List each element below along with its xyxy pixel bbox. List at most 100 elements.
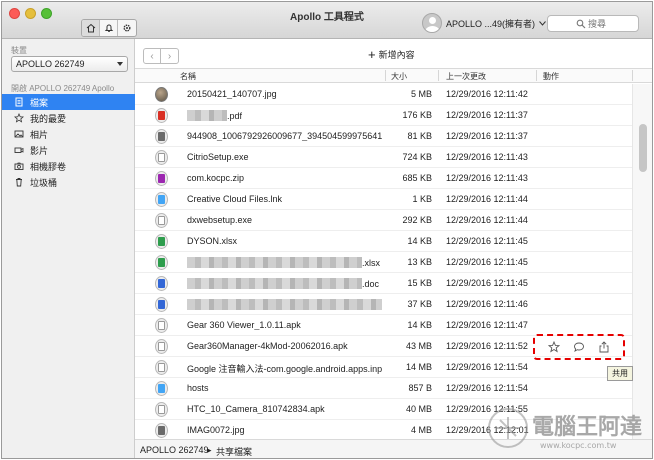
file-size: 81 KB (407, 131, 432, 141)
sidebar-item-trash[interactable]: 垃圾桶 (2, 174, 135, 190)
file-name: hosts (187, 383, 382, 393)
close-window-button[interactable] (9, 8, 20, 19)
new-content-button[interactable]: + 新增內容 (368, 48, 415, 61)
photo-thumb-file-icon (155, 87, 168, 102)
file-name: 20150421_140707.jpg (187, 89, 382, 99)
file-row[interactable]: Google 注音輸入法-com.google.android.apps.inp… (135, 357, 632, 378)
zip-file-icon (155, 171, 168, 186)
search-input[interactable] (588, 18, 628, 29)
file-name: Creative Cloud Files.lnk (187, 194, 382, 204)
file-row[interactable]: dxwebsetup.exe 292 KB 12/29/2016 12:11:44 (135, 210, 632, 231)
scrollbar-thumb[interactable] (639, 124, 647, 172)
file-name (187, 299, 382, 310)
share-tooltip: 共用 (607, 366, 633, 381)
file-name-text: .pdf (227, 111, 243, 121)
file-modified: 12/29/2016 12:11:44 (446, 194, 528, 204)
file-modified: 12/29/2016 12:11:45 (446, 257, 528, 267)
file-modified: 12/29/2016 12:11:45 (446, 236, 528, 246)
dropdown-caret-icon (117, 62, 123, 66)
gear-icon[interactable] (118, 20, 136, 36)
file-modified: 12/29/2016 12:11:54 (446, 362, 528, 372)
sidebar-item-camera-roll[interactable]: 相機膠卷 (2, 158, 135, 174)
search-box[interactable] (547, 15, 639, 32)
file-name-text: CitrioSetup.exe (187, 152, 249, 162)
sidebar: 裝置 APOLLO 262749 開啟 APOLLO 262749 Apollo… (2, 39, 135, 458)
redacted-text (187, 110, 227, 121)
camera-icon (14, 162, 24, 170)
zoom-window-button[interactable] (41, 8, 52, 19)
minimize-window-button[interactable] (25, 8, 36, 19)
file-name: com.kocpc.zip (187, 173, 382, 183)
file-size: 14 MB (405, 362, 432, 372)
sidebar-item-videos[interactable]: 影片 (2, 142, 135, 158)
file-row[interactable]: 20150421_140707.jpg 5 MB 12/29/2016 12:11:… (135, 84, 632, 105)
user-label: APOLLO ...49(擁有者) (446, 18, 536, 29)
generic-file-icon (155, 339, 168, 354)
file-name: DYSON.xlsx (187, 236, 382, 246)
file-modified: 12/29/2016 12:11:43 (446, 152, 528, 162)
column-modified[interactable]: 上一次更改 (446, 71, 486, 82)
file-name-text: com.kocpc.zip (187, 173, 245, 183)
file-row[interactable]: Gear 360 Viewer_1.0.11.apk 14 KB 12/29/201… (135, 315, 632, 336)
image-file-icon (155, 129, 168, 144)
file-name: .pdf (187, 110, 382, 121)
file-name: Gear360Manager-4kMod-20062016.apk (187, 341, 382, 351)
file-name: Google 注音輸入法-com.google.android.apps.inp… (187, 362, 382, 375)
file-row[interactable]: Creative Cloud Files.lnk 1 KB 12/29/2016 1… (135, 189, 632, 210)
file-size: 14 KB (407, 320, 432, 330)
doc-file-icon (155, 276, 168, 291)
file-row[interactable]: 37 KB 12/29/2016 12:11:46 (135, 294, 632, 315)
share-icon[interactable] (598, 341, 610, 353)
user-menu[interactable]: APOLLO ...49(擁有者) (422, 12, 546, 34)
file-modified: 12/29/2016 12:11:37 (446, 110, 528, 120)
file-row[interactable]: .pdf 176 KB 12/29/2016 12:11:37 (135, 105, 632, 126)
link-file-icon (155, 192, 168, 207)
device-select[interactable]: APOLLO 262749 (11, 56, 128, 72)
file-size: 685 KB (402, 173, 432, 183)
file-name: IMAG0072.jpg (187, 425, 382, 435)
text-file-icon (155, 381, 168, 396)
bell-icon[interactable] (100, 20, 118, 36)
status-separator-icon: ▸ (207, 445, 212, 455)
back-button[interactable]: ‹ (144, 49, 161, 63)
file-row[interactable]: com.kocpc.zip 685 KB 12/29/2016 12:11:43 (135, 168, 632, 189)
file-name: Gear 360 Viewer_1.0.11.apk (187, 320, 382, 330)
open-section-label: 開啟 APOLLO 262749 Apollo (11, 84, 115, 93)
redacted-text (187, 299, 382, 310)
column-divider (438, 70, 439, 81)
column-name[interactable]: 名稱 (180, 71, 196, 82)
file-name-text: Google 注音輸入法-com.google.android.apps.inp… (187, 364, 382, 374)
file-size: 14 KB (407, 236, 432, 246)
file-row[interactable]: .doc 15 KB 12/29/2016 12:11:45 (135, 273, 632, 294)
comment-icon[interactable] (573, 341, 585, 353)
vertical-scrollbar[interactable] (632, 84, 652, 439)
file-row[interactable]: .xlsx 13 KB 12/29/2016 12:11:45 (135, 252, 632, 273)
status-path: 共享檔案 (216, 447, 253, 457)
video-icon (14, 147, 24, 153)
column-actions[interactable]: 動作 (543, 71, 559, 82)
file-size: 176 KB (402, 110, 432, 120)
star-icon[interactable] (547, 341, 560, 353)
xls-file-icon (155, 255, 168, 270)
sidebar-item-label: 垃圾桶 (30, 177, 58, 188)
file-row[interactable]: CitrioSetup.exe 724 KB 12/29/2016 12:11:43 (135, 147, 632, 168)
file-name: CitrioSetup.exe (187, 152, 382, 162)
sidebar-item-photos[interactable]: 相片 (2, 126, 135, 142)
file-row[interactable]: DYSON.xlsx 14 KB 12/29/2016 12:11:45 (135, 231, 632, 252)
file-row[interactable]: hosts 857 B 12/29/2016 12:11:54 (135, 378, 632, 399)
column-header: 名稱 大小 上一次更改 動作 (135, 69, 652, 83)
trash-icon (16, 178, 22, 187)
file-modified: 12/29/2016 12:11:46 (446, 299, 528, 309)
file-size: 1 KB (412, 194, 432, 204)
column-divider (385, 70, 386, 81)
plus-icon: + (368, 46, 376, 62)
column-size[interactable]: 大小 (391, 71, 407, 82)
file-size: 43 MB (405, 341, 432, 351)
sidebar-item-files[interactable]: 檔案 (2, 94, 135, 110)
home-icon[interactable] (82, 20, 100, 36)
file-modified: 12/29/2016 12:11:42 (446, 89, 528, 99)
sidebar-item-favorites[interactable]: 我的最愛 (2, 110, 135, 126)
file-row[interactable]: 944908_1006792926009677_3945045999756412… (135, 126, 632, 147)
forward-button[interactable]: › (161, 49, 178, 63)
file-name-text: Gear 360 Viewer_1.0.11.apk (187, 320, 301, 330)
